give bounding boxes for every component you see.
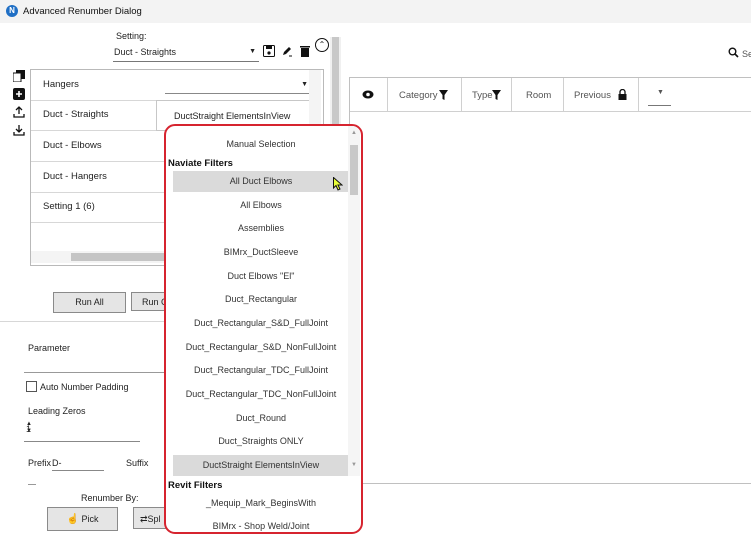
list-item[interactable]: _Mequip_Mark_BeginsWith [173, 493, 349, 514]
column-room[interactable]: Room [511, 78, 564, 111]
list-item[interactable]: DuctStraight ElementsInView [173, 455, 349, 476]
list-item[interactable]: Duct - Straights [31, 100, 166, 131]
list-item[interactable]: Duct_Rectangular_TDC_NonFullJoint [173, 384, 349, 405]
lock-icon [618, 89, 627, 100]
stepper-arrows-icon[interactable]: ▲ ▼ [26, 421, 140, 435]
mouse-cursor-icon [333, 176, 344, 191]
group-header-revit: Revit Filters [168, 480, 223, 491]
filter-combo-value: DuctStraight ElementsInView [174, 111, 291, 121]
list-item[interactable]: Setting 1 (6) [31, 192, 166, 223]
suffix-label: Suffix [126, 458, 149, 468]
hand-pointer-icon: ☝ [66, 514, 79, 525]
add-setting-icon[interactable] [12, 88, 26, 102]
list-item[interactable]: Duct_Rectangular_S&D_FullJoint [173, 313, 349, 334]
list-item[interactable]: Duct - Elbows [31, 131, 166, 162]
title-bar: N Advanced Renumber Dialog [0, 0, 751, 23]
save-icon[interactable] [262, 45, 276, 59]
delete-icon[interactable] [298, 45, 312, 59]
run-all-button[interactable]: Run All [53, 292, 126, 313]
filter-icon[interactable] [492, 90, 501, 100]
list-item[interactable]: Assemblies [173, 218, 349, 239]
column-category[interactable]: Category [387, 78, 462, 111]
filter-icon[interactable] [439, 90, 448, 100]
dropdown-scrollbar[interactable]: ▲ ▼ [348, 126, 360, 476]
chevron-down-icon: ▼ [301, 81, 308, 88]
list-item[interactable]: Hangers [31, 70, 166, 101]
eye-icon [362, 90, 374, 99]
list-item[interactable]: All Elbows [173, 195, 349, 216]
grid-header: Category Type Room Previous ▼ [350, 78, 751, 112]
setting-select[interactable]: Duct - Straights ▼ [113, 44, 259, 62]
list-item[interactable]: Duct_Round [173, 408, 349, 429]
group-header-naviate: Naviate Filters [168, 158, 233, 169]
hangers-filter-combo[interactable]: ▼ [165, 73, 312, 94]
field-underline [28, 484, 36, 485]
parameter-label: Parameter [28, 343, 71, 353]
list-item[interactable]: BIMrx - Shop Weld/Joint [173, 516, 349, 532]
import-icon[interactable] [12, 124, 26, 138]
visibility-column[interactable] [350, 78, 388, 111]
scroll-up-icon[interactable]: ▲ [351, 130, 357, 136]
scroll-down-icon[interactable]: ▼ [351, 462, 357, 468]
list-item[interactable]: All Duct Elbows [173, 171, 349, 192]
auto-number-padding-checkbox[interactable] [26, 381, 37, 392]
leading-zeros-label: Leading Zeros [28, 406, 86, 416]
column-type[interactable]: Type [461, 78, 512, 111]
split-icon: ⇄ [140, 514, 148, 524]
prefix-value: D- [52, 458, 62, 468]
collapse-up-icon[interactable]: ⌃ [315, 38, 329, 52]
list-item[interactable]: BIMrx_DuctSleeve [173, 242, 349, 263]
list-item[interactable]: Duct_Rectangular [173, 289, 349, 310]
prefix-field[interactable]: D- [52, 456, 104, 471]
list-item[interactable]: Manual Selection [173, 134, 349, 155]
copy-setting-icon[interactable] [12, 70, 26, 84]
list-item[interactable]: Duct Elbows "El" [173, 266, 349, 287]
list-item[interactable]: Duct_Rectangular_S&D_NonFullJoint [173, 337, 349, 358]
leading-zeros-stepper[interactable]: 1 ▲ ▼ [24, 421, 140, 442]
elements-grid: Category Type Room Previous ▼ [349, 77, 751, 484]
list-item[interactable]: Duct_Straights ONLY [173, 431, 349, 452]
split-button[interactable]: ⇄Spl [133, 507, 167, 529]
search-input[interactable]: Se [742, 49, 751, 59]
column-dropdown[interactable]: ▼ [648, 83, 671, 106]
divider [0, 321, 165, 322]
list-item[interactable]: Duct - Hangers [31, 162, 166, 193]
chevron-down-icon: ▼ [249, 48, 256, 55]
setting-label: Setting: [116, 31, 147, 41]
setting-select-value: Duct - Straights [114, 47, 177, 57]
column-previous[interactable]: Previous [563, 78, 639, 111]
auto-number-padding-label: Auto Number Padding [40, 382, 129, 392]
export-icon[interactable] [12, 106, 26, 120]
prefix-label: Prefix [28, 458, 52, 468]
search-icon[interactable] [728, 47, 739, 61]
pick-button[interactable]: ☝ Pick [47, 507, 118, 531]
edit-icon[interactable] [280, 45, 294, 59]
renumber-by-label: Renumber By: [81, 493, 139, 503]
list-item[interactable]: Duct_Rectangular_TDC_FullJoint [173, 360, 349, 381]
chevron-down-icon: ▼ [657, 89, 664, 96]
window-title: Advanced Renumber Dialog [23, 6, 142, 17]
parameter-field[interactable] [24, 372, 164, 373]
app-logo-icon: N [6, 5, 18, 17]
